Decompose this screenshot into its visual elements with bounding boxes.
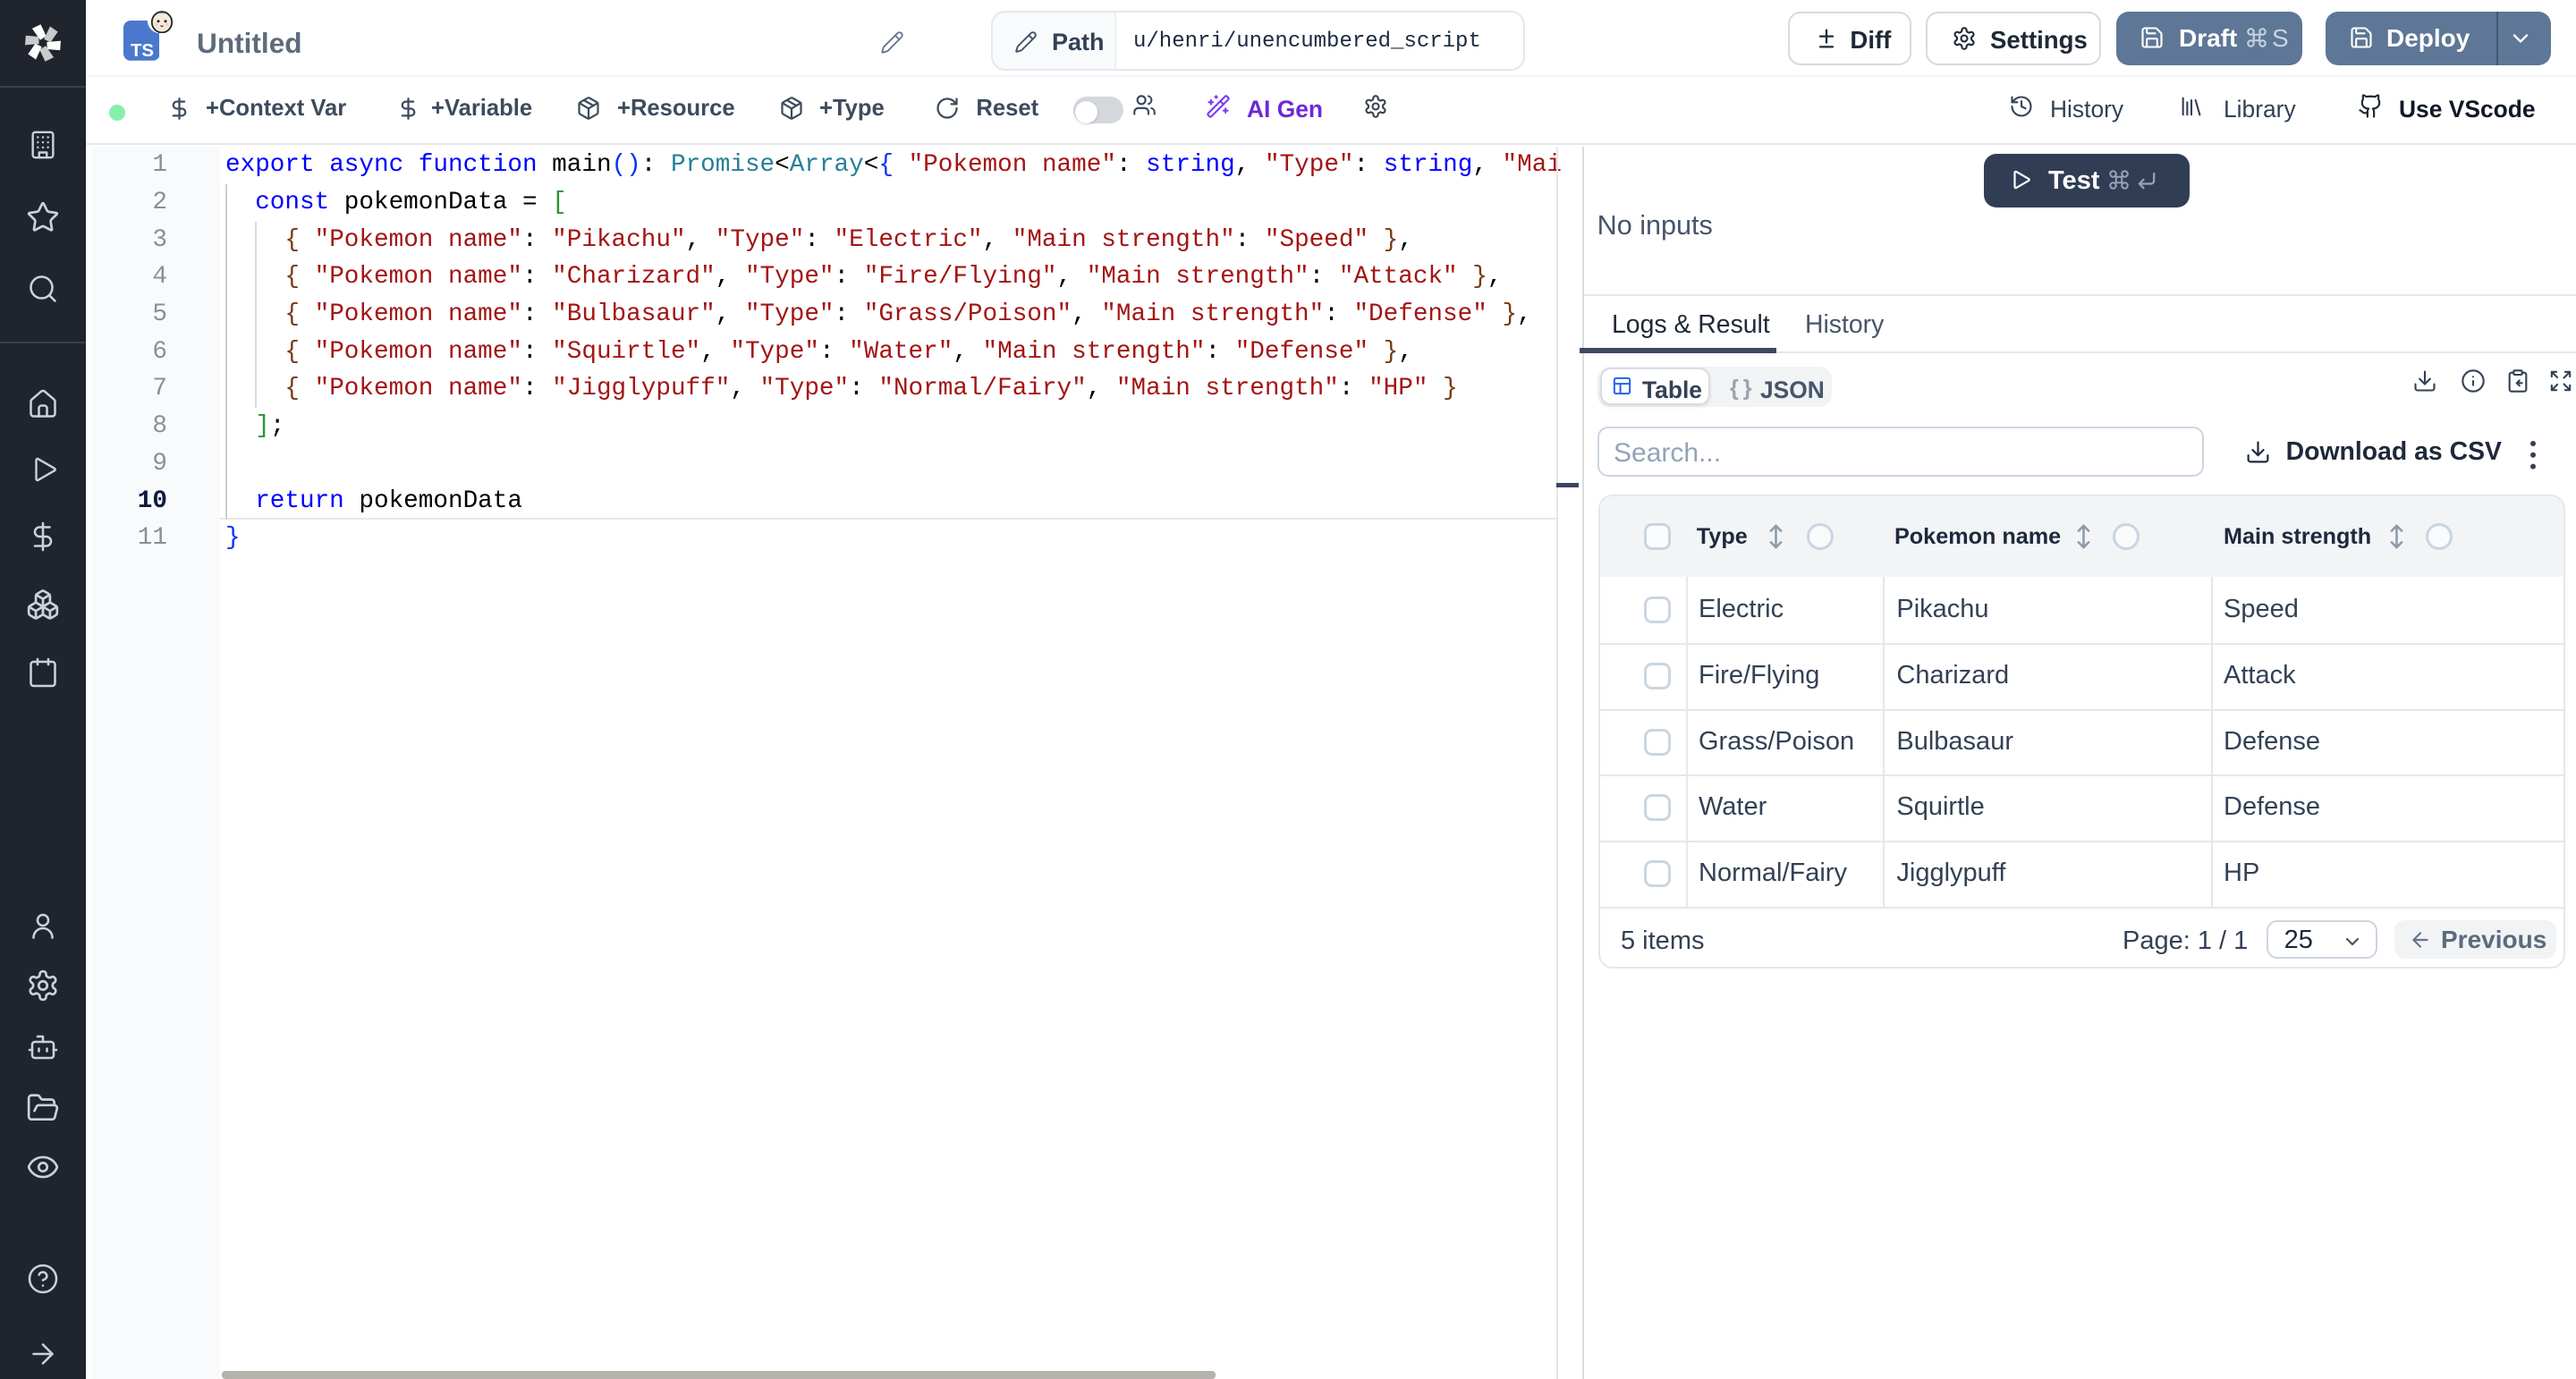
svg-text:TS: TS xyxy=(131,41,154,61)
